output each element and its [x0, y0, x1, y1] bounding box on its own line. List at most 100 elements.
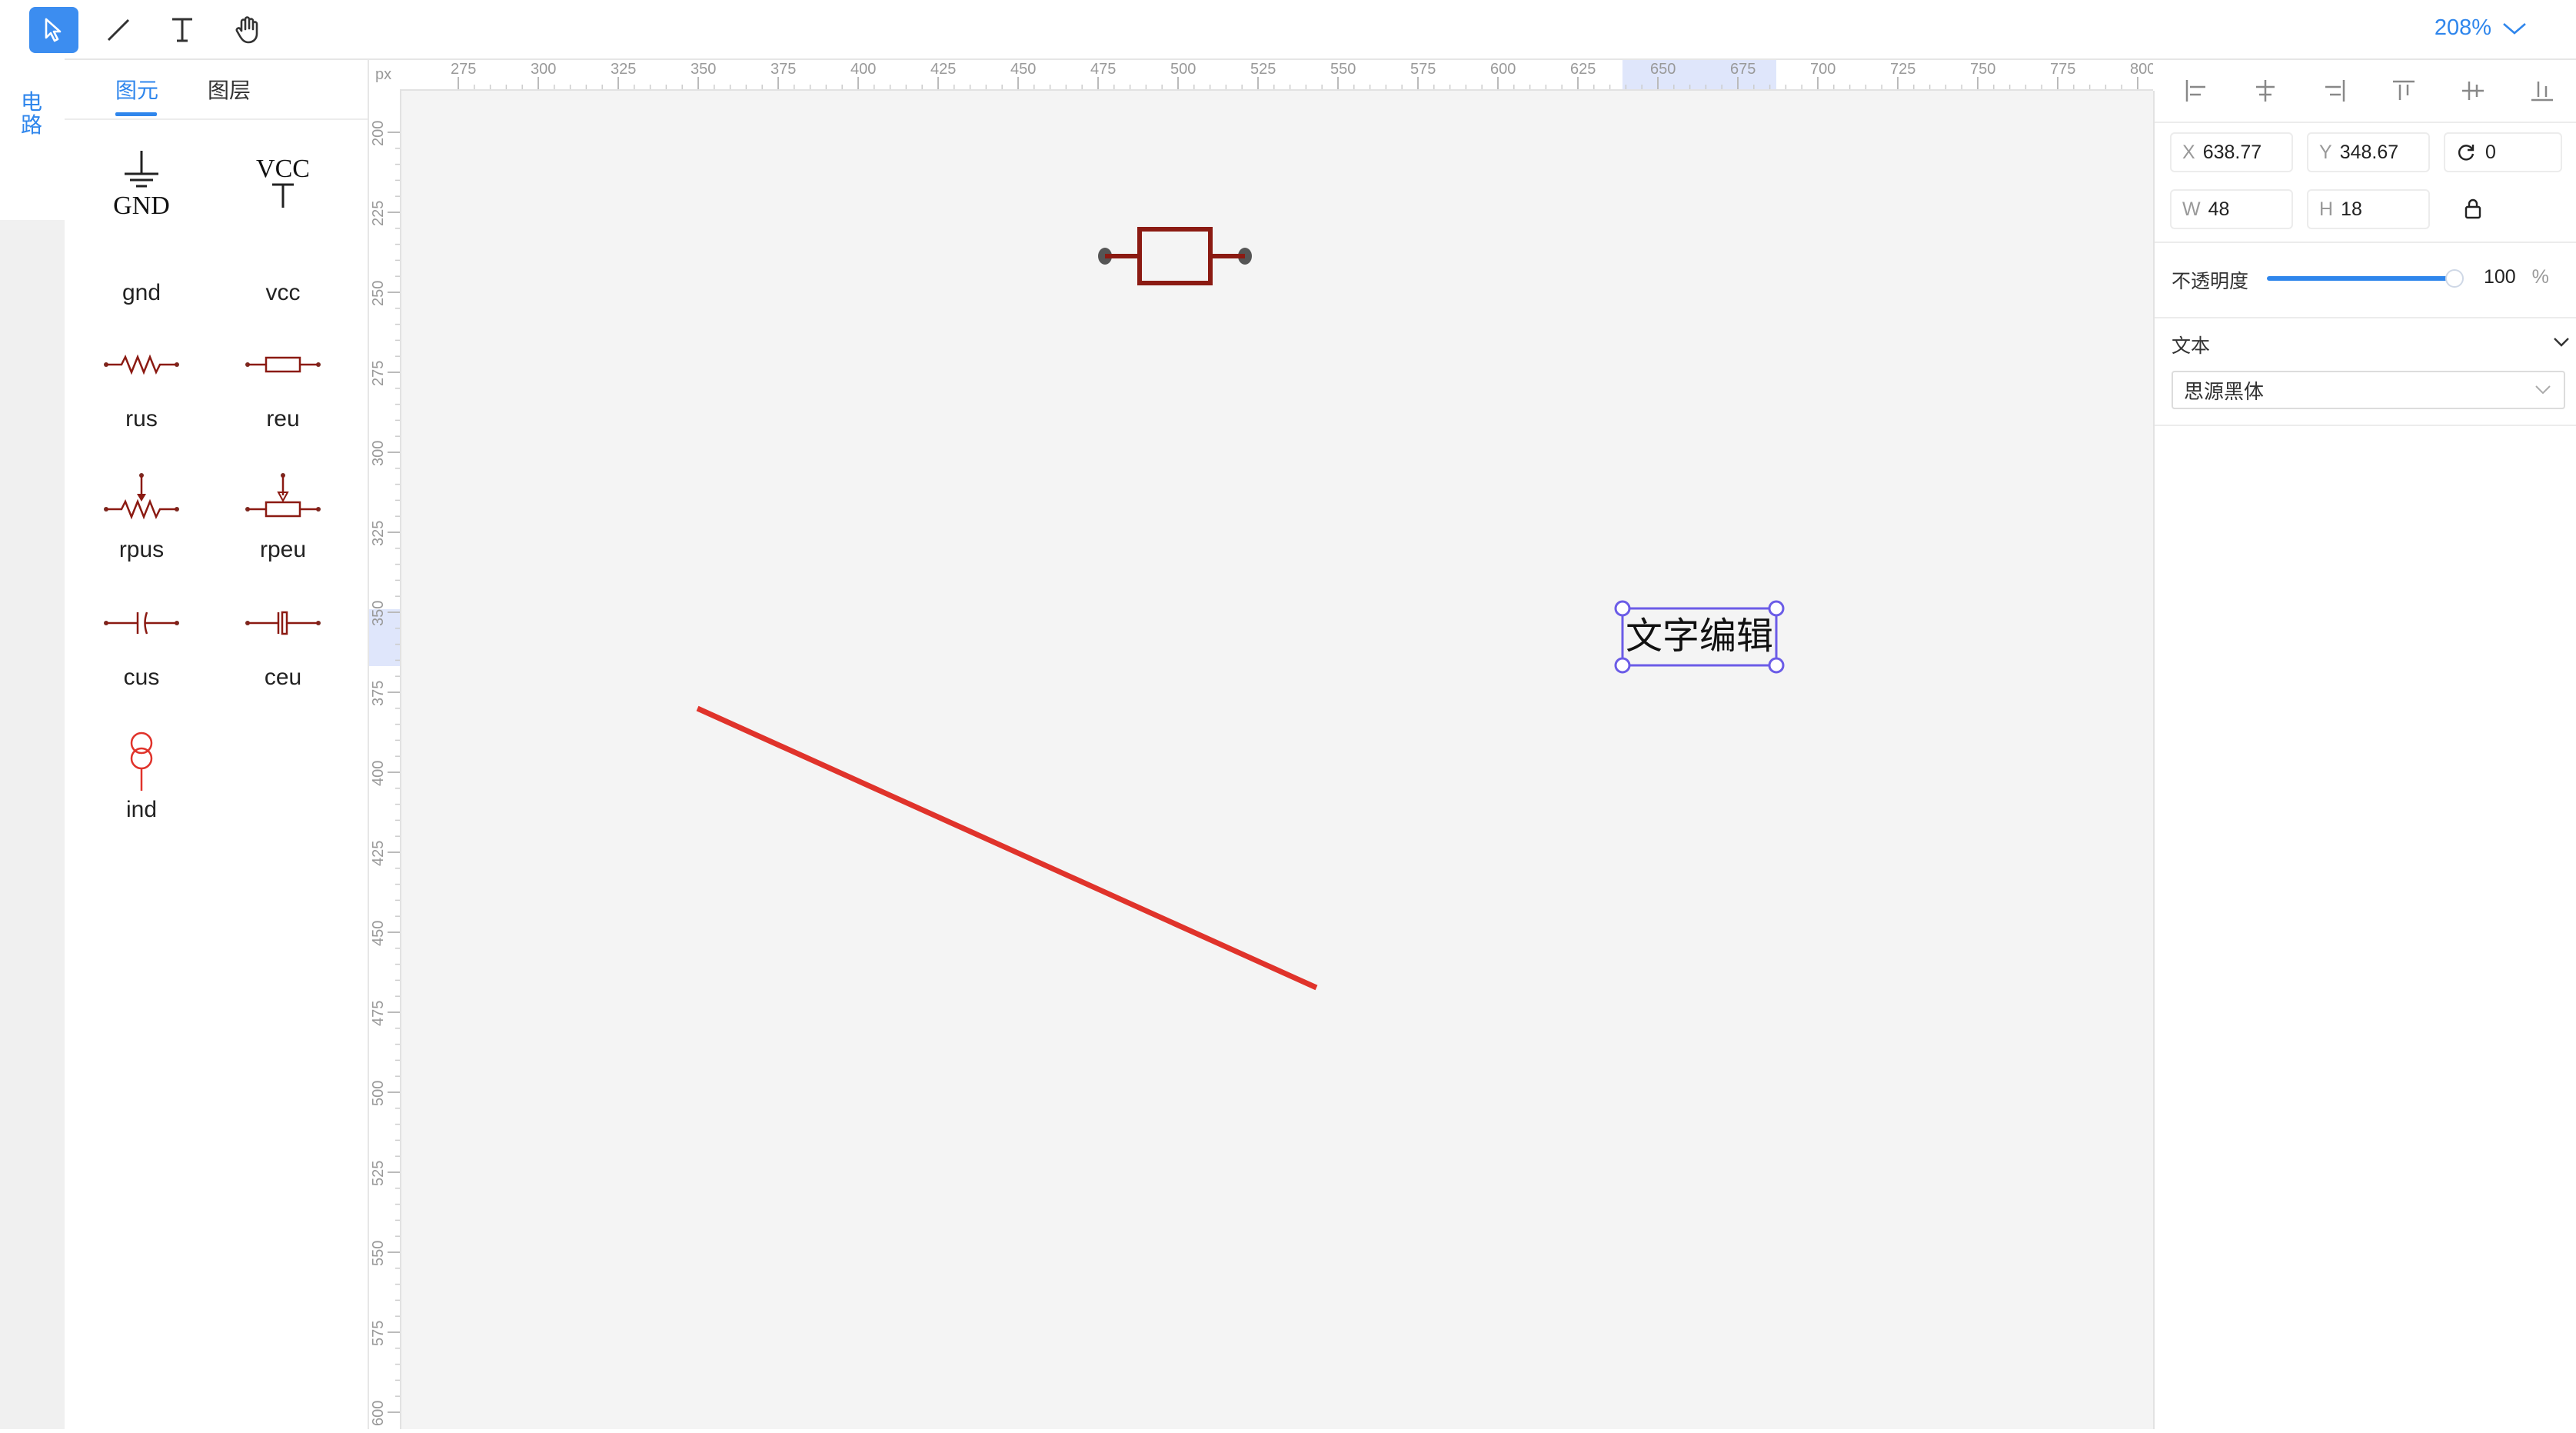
ruler-tick-label: 275	[451, 61, 476, 78]
top-toolbar: 208%	[0, 0, 2576, 60]
vcc-glyph-text: VCC	[256, 155, 310, 183]
ruler-tick-label: 550	[1330, 61, 1356, 78]
ruler-tick-label: 475	[1090, 61, 1116, 78]
align-middle-vertical-icon[interactable]	[2456, 74, 2490, 108]
align-right-icon[interactable]	[2318, 74, 2351, 108]
ruler-tick-label: 500	[370, 1081, 387, 1106]
text-T-icon	[172, 18, 192, 42]
symbol-reu[interactable]: reu	[245, 349, 383, 472]
symbol-rpeu[interactable]: rpeu	[245, 472, 383, 595]
zoom-dropdown[interactable]: 208%	[2435, 15, 2527, 41]
symbol-label: rpus	[118, 537, 165, 562]
symbol-rus[interactable]: rus	[103, 349, 241, 472]
ruler-tick-label: 350	[691, 61, 716, 78]
ground-symbol-icon: GND	[113, 151, 170, 220]
gnd-glyph-text: GND	[113, 192, 170, 220]
ruler-tick-label: 425	[370, 841, 387, 866]
drawing-canvas[interactable]: 文字编辑	[401, 91, 2155, 1429]
ruler-tick-label: 650	[1650, 61, 1676, 78]
divider	[2155, 317, 2576, 318]
symbol-ind[interactable]: ind	[103, 731, 241, 854]
ruler-tick-label: 725	[1890, 61, 1915, 78]
resize-handle	[1768, 600, 1785, 617]
line-icon	[107, 18, 130, 42]
line-tool-button[interactable]	[94, 7, 143, 53]
y-value: 348.67	[2339, 141, 2399, 163]
w-value: 48	[2208, 198, 2230, 220]
symbol-vcc[interactable]: VCC vcc	[245, 151, 383, 305]
ruler-tick-label: 600	[370, 1401, 387, 1426]
resistor-component[interactable]	[1098, 227, 1252, 285]
symbol-label: rus	[125, 406, 158, 432]
symbol-label: ceu	[264, 665, 302, 690]
tab-layers[interactable]: 图层	[208, 74, 251, 105]
symbol-gnd[interactable]: GND gnd	[103, 151, 241, 305]
h-field[interactable]: H 18	[2307, 189, 2430, 229]
text-element-selected[interactable]: 文字编辑	[1614, 600, 1785, 674]
y-label: Y	[2319, 141, 2332, 163]
ruler-tick-label: 575	[1410, 61, 1436, 78]
active-tab-indicator	[115, 112, 157, 116]
resize-handle	[1614, 657, 1631, 674]
symbol-cus[interactable]: cus	[103, 608, 241, 731]
select-tool-button[interactable]	[29, 7, 78, 53]
rotation-field[interactable]: 0	[2444, 132, 2562, 172]
opacity-input[interactable]: 100 %	[2484, 266, 2549, 288]
category-rail	[0, 60, 65, 1429]
chevron-down-icon	[2503, 22, 2526, 35]
tab-primitives[interactable]: 图元	[115, 74, 158, 105]
ruler-tick-label: 400	[370, 761, 387, 786]
canvas-layer: 文字编辑	[696, 227, 1785, 991]
drawn-line[interactable]	[696, 705, 1318, 991]
symbol-label: gnd	[121, 280, 161, 305]
text-tool-button[interactable]	[158, 7, 207, 53]
rotate-icon	[2458, 145, 2474, 161]
h-value: 18	[2341, 198, 2362, 220]
ruler-tick-label: 700	[1810, 61, 1835, 78]
symbol-rpus[interactable]: rpus	[103, 472, 241, 595]
vertical-ruler: 200 225 250 275 300 325 350 375 400 425 450 475 500 5…	[369, 89, 401, 1429]
vertical-ruler-ticks: 200 225 250 275 300 325 350 375 400 425 450 475 500 5…	[369, 121, 400, 1426]
category-tab-circuit[interactable]	[0, 58, 65, 220]
ruler-tick-label: 250	[370, 281, 387, 306]
opacity-slider-track[interactable]	[2267, 276, 2451, 281]
align-bottom-icon[interactable]	[2525, 74, 2559, 108]
opacity-slider-thumb[interactable]	[2445, 269, 2464, 288]
font-family-select[interactable]: 思源黑体	[2172, 371, 2565, 409]
ruler-tick-label: 350	[370, 601, 387, 626]
symbol-label: vcc	[265, 280, 301, 305]
symbol-label: ind	[125, 797, 158, 822]
ruler-tick-label: 300	[370, 441, 387, 466]
ruler-tick-label: 525	[1250, 61, 1276, 78]
lock-icon[interactable]	[2462, 197, 2484, 220]
rotation-value: 0	[2485, 141, 2496, 163]
ruler-tick-label: 325	[370, 521, 387, 546]
symbol-ceu[interactable]: ceu	[245, 608, 383, 731]
y-field[interactable]: Y 348.67	[2307, 132, 2430, 172]
resize-handle	[1614, 600, 1631, 617]
w-field[interactable]: W 48	[2170, 189, 2293, 229]
collapse-chevron-icon[interactable]	[2553, 337, 2570, 348]
align-top-icon[interactable]	[2387, 74, 2421, 108]
capacitor-eu-icon	[245, 611, 321, 635]
align-left-icon[interactable]	[2179, 74, 2213, 108]
divider	[2155, 425, 2576, 426]
resize-handle	[1768, 657, 1785, 674]
ruler-tick-label: 775	[2050, 61, 2075, 78]
symbol-label: cus	[123, 665, 160, 690]
symbol-palette: 图元 图层 GND gnd VCC vcc rus reu rpus rpeu …	[65, 60, 369, 1429]
ruler-tick-label: 675	[1730, 61, 1756, 78]
divider	[2155, 242, 2576, 243]
inductor-icon	[130, 731, 153, 791]
align-center-horizontal-icon[interactable]	[2248, 74, 2282, 108]
ruler-tick-label: 600	[1490, 61, 1516, 78]
symbol-label: rpeu	[259, 537, 307, 562]
ruler-tick-label: 325	[611, 61, 636, 78]
ruler-tick-label: 400	[850, 61, 876, 78]
divider	[2155, 122, 2576, 123]
x-field[interactable]: X 638.77	[2170, 132, 2293, 172]
symbol-label: reu	[266, 406, 300, 432]
pan-tool-button[interactable]	[223, 7, 272, 53]
vcc-symbol-icon: VCC	[256, 155, 310, 208]
opacity-unit: %	[2531, 266, 2549, 288]
